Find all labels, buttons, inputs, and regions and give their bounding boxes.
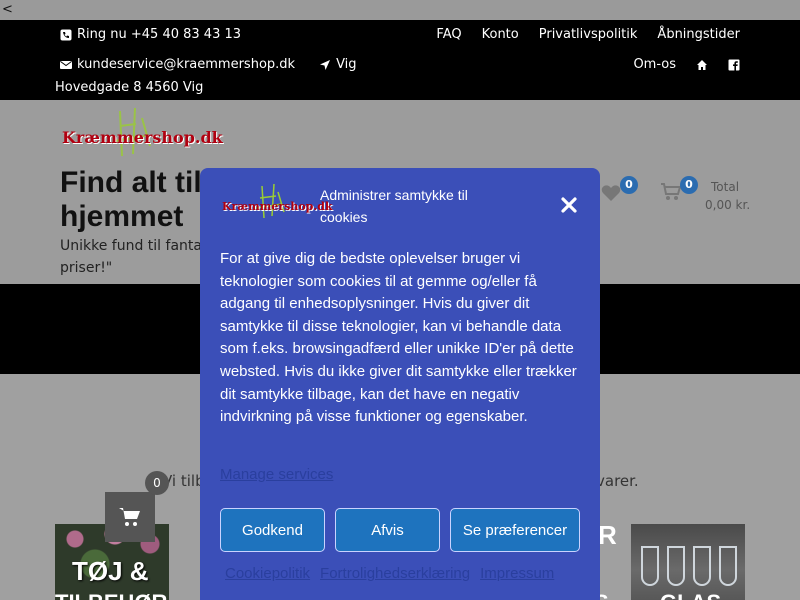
manage-services-link[interactable]: Manage services — [220, 466, 333, 483]
category-title-clothing-line-1: TØJ & — [72, 556, 149, 586]
facebook-icon[interactable] — [728, 59, 740, 71]
heart-icon[interactable] — [601, 184, 621, 202]
floating-cart-button[interactable] — [105, 492, 155, 542]
nav-link-privacy[interactable]: Privatlivspolitik — [539, 27, 638, 42]
phone-link[interactable]: Ring nu +45 40 83 43 13 — [60, 27, 241, 42]
cart-count-badge: 0 — [680, 176, 698, 194]
category-title-clothing-line-2: TILBEHØR — [55, 590, 167, 600]
intro-text-right: varer. — [596, 472, 639, 490]
modal-logo-text: Kræmmershop.dk — [222, 200, 333, 213]
cart-total-value: 0,00 kr. — [705, 198, 751, 212]
email-link[interactable]: kundeservice@kraemmershop.dk — [60, 57, 295, 72]
modal-footer-links: Cookiepolitik Fortrolighedserklæring Imp… — [225, 565, 554, 582]
home-icon[interactable] — [696, 59, 708, 71]
phone-icon — [60, 29, 72, 40]
directions-text: Vig — [336, 57, 357, 72]
top-bar: Ring nu +45 40 83 43 13 FAQ Konto Privat… — [0, 20, 800, 100]
glass-shape — [667, 546, 685, 586]
privacy-statement-link[interactable]: Fortrolighedserklæring — [320, 565, 470, 582]
glass-shape — [693, 546, 711, 586]
nav-link-about[interactable]: Om-os — [633, 57, 676, 72]
logo-text: Kræmmershop.dk — [62, 128, 223, 147]
deny-button[interactable]: Afvis — [335, 508, 440, 552]
store-address: Hovedgade 8 4560 Vig — [55, 80, 204, 95]
cookie-policy-link[interactable]: Cookiepolitik — [225, 565, 310, 582]
nav-link-faq[interactable]: FAQ — [436, 27, 461, 42]
nav-link-account[interactable]: Konto — [482, 27, 519, 42]
hero-title-line-2: hjemmet — [60, 200, 184, 233]
directions-link[interactable]: Vig — [319, 57, 357, 72]
close-icon[interactable] — [558, 194, 580, 216]
hero-subtitle-line-1: Unikke fund til fantast — [60, 238, 215, 254]
category-title-partial: R — [598, 520, 617, 550]
hero-title-line-1: Find alt til — [60, 166, 202, 199]
top-bar-row-2: kundeservice@kraemmershop.dk Vig Om-os — [60, 57, 740, 72]
impressum-link[interactable]: Impressum — [480, 565, 554, 582]
cart-icon — [119, 508, 140, 526]
modal-title: Administrer samtykke til cookies — [320, 187, 468, 225]
accept-button[interactable]: Godkend — [220, 508, 325, 552]
preferences-button[interactable]: Se præferencer — [450, 508, 580, 552]
nav-link-opening-hours[interactable]: Åbningstider — [657, 27, 740, 42]
back-link[interactable]: < — [2, 2, 13, 17]
top-bar-row-1: Ring nu +45 40 83 43 13 FAQ Konto Privat… — [60, 27, 740, 42]
cart-total-label: Total — [711, 180, 740, 194]
glass-shape — [641, 546, 659, 586]
modal-body-text: For at give dig de bedste oplevelser bru… — [220, 250, 577, 426]
email-text: kundeservice@kraemmershop.dk — [77, 57, 296, 72]
hero-subtitle-line-2: priser!" — [60, 260, 113, 276]
category-card-glass[interactable] — [631, 524, 745, 600]
floating-cart-count: 0 — [145, 471, 169, 495]
cookie-consent-modal: Kræmmershop.dk Administrer samtykke til … — [200, 168, 600, 600]
envelope-icon — [60, 60, 72, 69]
cart-icon[interactable] — [660, 182, 682, 202]
phone-text: Ring nu +45 40 83 43 13 — [77, 27, 242, 42]
location-arrow-icon — [320, 59, 331, 70]
category-title-glass: GLAS — [660, 590, 721, 600]
glass-shape — [719, 546, 737, 586]
wishlist-count-badge: 0 — [620, 176, 638, 194]
